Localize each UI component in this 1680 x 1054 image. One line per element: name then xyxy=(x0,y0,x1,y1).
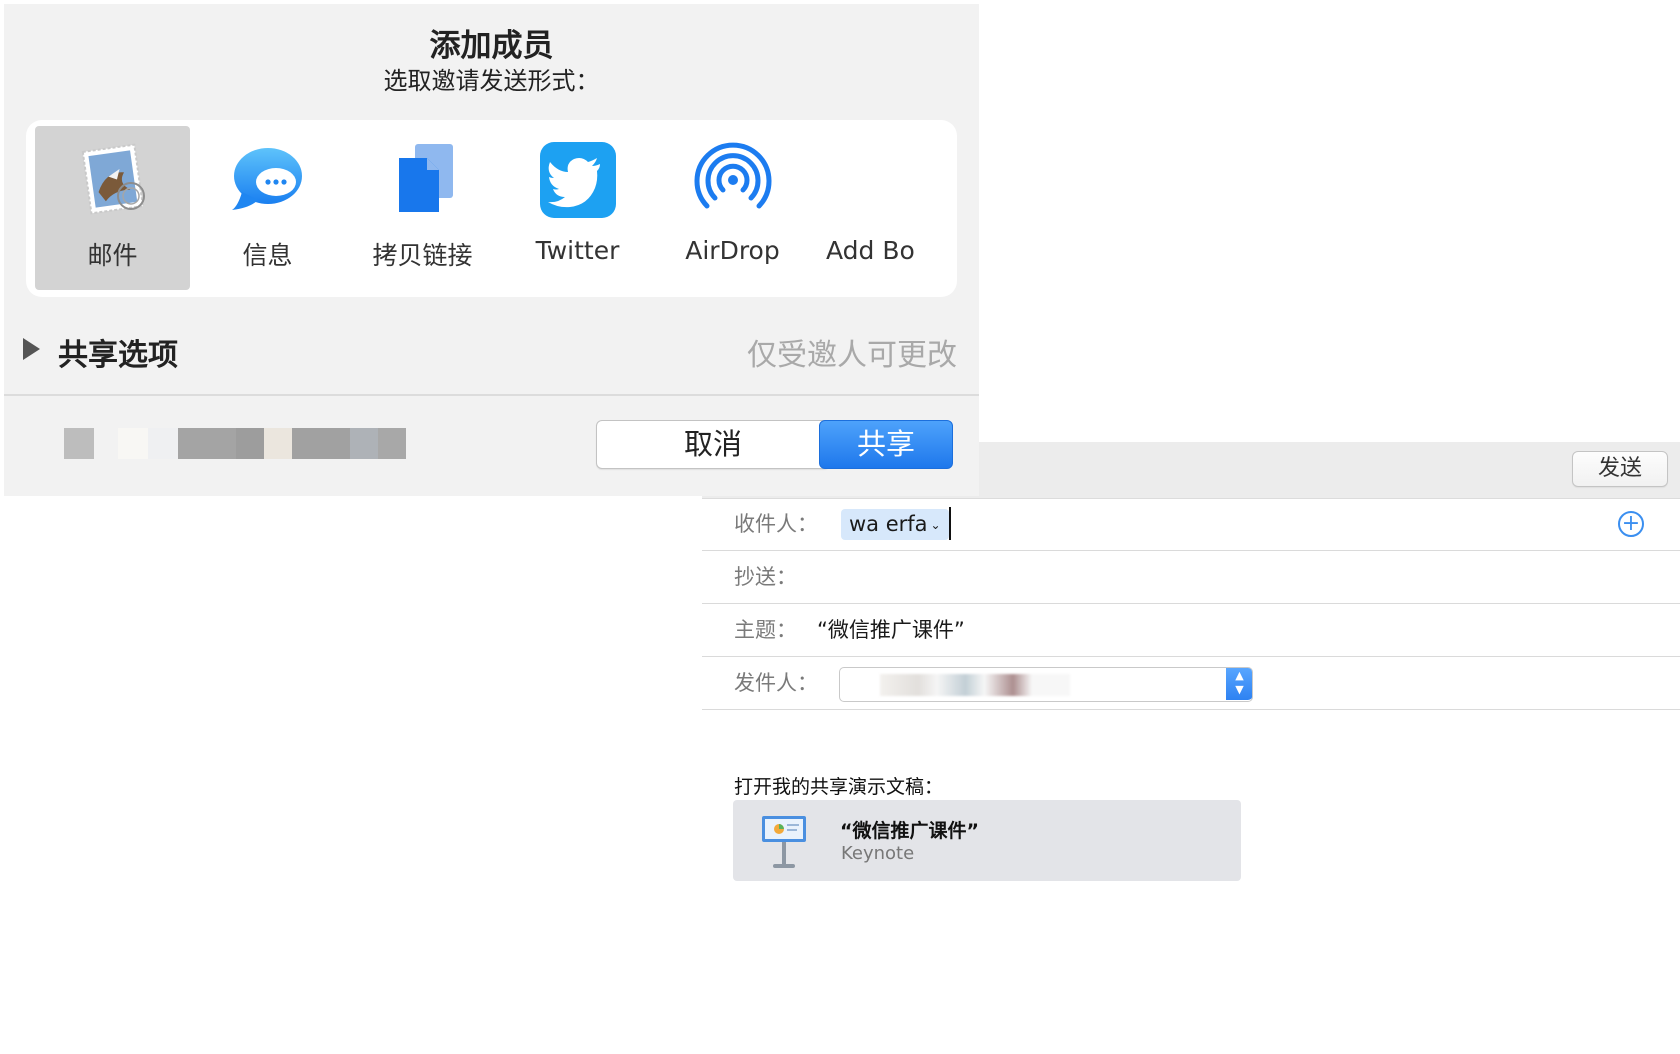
share-method-list: 邮件 信息 拷贝链接 Twitter AirDrop Add Bo xyxy=(26,120,957,297)
copy-link-icon xyxy=(399,144,453,212)
recipient-token-text: wa erfa xyxy=(849,512,928,536)
share-option-airdrop[interactable]: AirDrop xyxy=(655,126,810,290)
share-caption: 打开我的共享演示文稿： xyxy=(734,776,944,798)
mail-compose-window: 发送 收件人： wa erfa ⌄ + 抄送： 主题： “微信推广课件” 发件人：… xyxy=(702,442,1680,1054)
divider xyxy=(4,394,979,396)
messages-bubble-icon xyxy=(232,148,302,210)
share-option-twitter[interactable]: Twitter xyxy=(500,126,655,290)
disclosure-triangle-icon[interactable] xyxy=(23,338,40,360)
share-option-mail[interactable]: 邮件 xyxy=(35,126,190,290)
document-title: “微信推广课件” xyxy=(840,820,979,842)
share-option-label: 拷贝链接 xyxy=(372,241,473,270)
subject-row[interactable]: 主题： “微信推广课件” xyxy=(702,604,1680,657)
share-option-label: Add Bo xyxy=(826,236,915,265)
to-label: 收件人： xyxy=(734,512,818,536)
share-option-label: AirDrop xyxy=(685,236,780,265)
cc-label: 抄送： xyxy=(734,565,797,589)
mail-stamp-icon xyxy=(81,143,145,215)
send-button[interactable]: 发送 xyxy=(1572,451,1668,487)
share-option-label: 信息 xyxy=(242,241,293,270)
from-row: 发件人： ▲ ▼ xyxy=(702,657,1680,710)
document-app: Keynote xyxy=(841,843,915,864)
cc-row[interactable]: 抄送： xyxy=(702,551,1680,604)
redacted-email xyxy=(880,674,1070,696)
redacted-account xyxy=(64,428,414,459)
chevron-down-icon: ⌄ xyxy=(930,518,941,532)
recipient-token[interactable]: wa erfa ⌄ xyxy=(841,509,949,540)
subject-label: 主题： xyxy=(734,618,797,642)
text-caret xyxy=(949,507,951,540)
keynote-icon xyxy=(762,816,806,868)
sheet-title: 添加成员 xyxy=(429,28,554,64)
share-option-messages[interactable]: 信息 xyxy=(190,126,345,290)
sharing-options-label: 共享选项 xyxy=(58,338,178,373)
to-row[interactable]: 收件人： wa erfa ⌄ + xyxy=(702,498,1680,551)
cancel-button[interactable]: 取消 xyxy=(596,420,830,469)
twitter-bird-icon xyxy=(540,142,616,218)
share-option-label: 邮件 xyxy=(87,241,138,270)
add-contact-icon[interactable]: + xyxy=(1618,511,1644,537)
airdrop-icon xyxy=(694,142,772,209)
sharing-permission-value: 仅受邀人可更改 xyxy=(747,338,957,373)
subject-field[interactable]: “微信推广课件” xyxy=(817,604,965,656)
shared-document-card[interactable]: “微信推广课件” Keynote xyxy=(733,800,1241,881)
from-account-select[interactable]: ▲ ▼ xyxy=(839,667,1253,702)
share-option-label: Twitter xyxy=(535,236,620,265)
from-label: 发件人： xyxy=(734,671,818,695)
share-option-add-bo[interactable]: Add Bo xyxy=(810,126,957,290)
share-option-copy-link[interactable]: 拷贝链接 xyxy=(345,126,500,290)
share-button[interactable]: 共享 xyxy=(819,420,953,469)
sheet-subtitle: 选取邀请发送形式： xyxy=(383,67,600,95)
select-stepper-icon[interactable]: ▲ ▼ xyxy=(1226,668,1252,700)
sharing-options-row[interactable]: 共享选项 仅受邀人可更改 xyxy=(4,326,979,376)
